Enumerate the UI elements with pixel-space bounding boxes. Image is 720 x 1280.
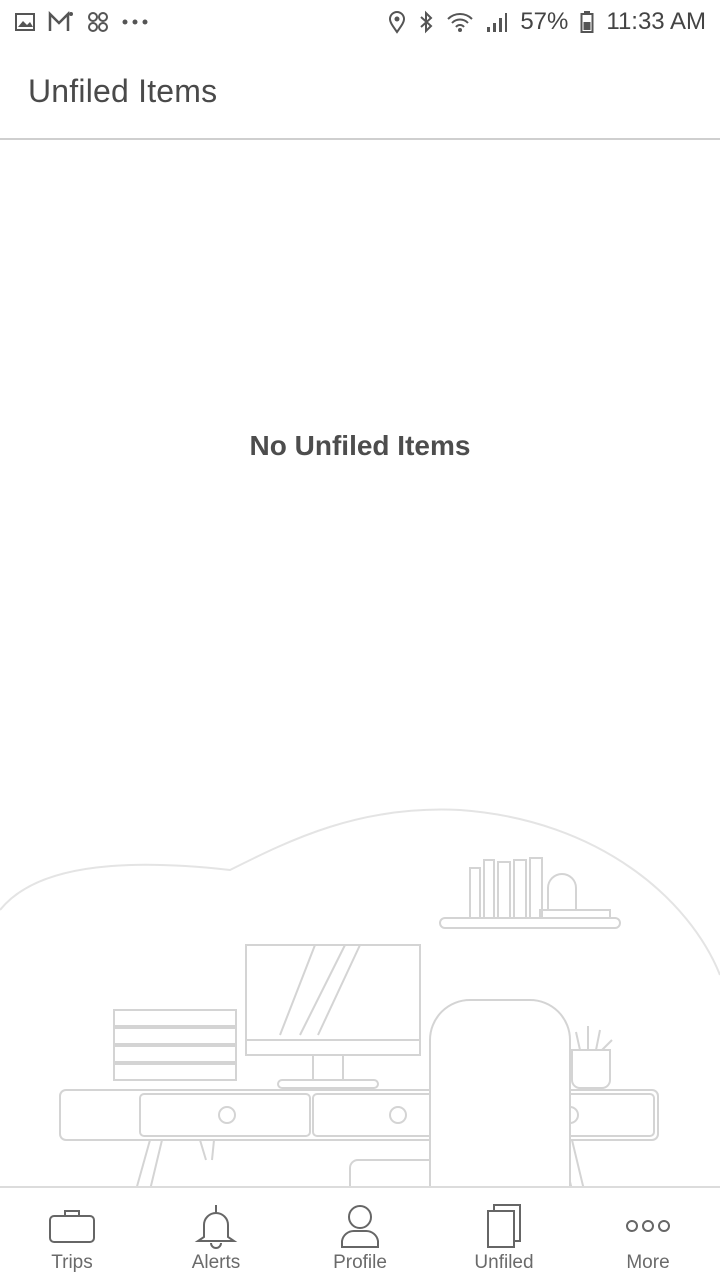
nav-trips-label: Trips — [51, 1252, 93, 1273]
nav-more-label: More — [626, 1252, 670, 1273]
person-icon — [338, 1202, 382, 1250]
gmail-icon — [48, 11, 74, 33]
nav-alerts[interactable]: Alerts — [144, 1188, 288, 1280]
suitcase-icon — [48, 1202, 96, 1250]
app-header: Unfiled Items — [0, 44, 720, 140]
pinwheel-icon — [86, 10, 110, 34]
page-title: Unfiled Items — [28, 72, 218, 109]
nav-unfiled-label: Unfiled — [474, 1252, 534, 1273]
documents-icon — [484, 1202, 524, 1250]
signal-icon — [486, 11, 508, 33]
location-icon — [388, 10, 406, 34]
nav-profile-label: Profile — [333, 1252, 387, 1273]
bluetooth-icon — [418, 10, 434, 34]
wifi-icon — [446, 11, 474, 33]
more-dots-icon — [122, 18, 148, 26]
gallery-icon — [14, 12, 36, 32]
battery-percent: 57% — [520, 8, 569, 35]
nav-alerts-label: Alerts — [191, 1252, 241, 1273]
status-right: 57% 11:33 AM — [388, 8, 706, 36]
bottom-nav: Trips Alerts Profile Unfiled More — [0, 1186, 720, 1280]
battery-icon — [580, 10, 594, 34]
bell-icon — [194, 1202, 238, 1250]
empty-desk-illustration — [0, 808, 720, 1190]
status-left — [14, 10, 148, 34]
nav-profile[interactable]: Profile — [288, 1188, 432, 1280]
more-circles-icon — [625, 1202, 671, 1250]
nav-more[interactable]: More — [576, 1188, 720, 1280]
status-bar: 57% 11:33 AM — [0, 0, 720, 44]
clock: 11:33 AM — [606, 8, 706, 35]
nav-trips[interactable]: Trips — [0, 1188, 144, 1280]
empty-state-message: No Unfiled Items — [249, 430, 471, 461]
nav-unfiled[interactable]: Unfiled — [432, 1188, 576, 1280]
